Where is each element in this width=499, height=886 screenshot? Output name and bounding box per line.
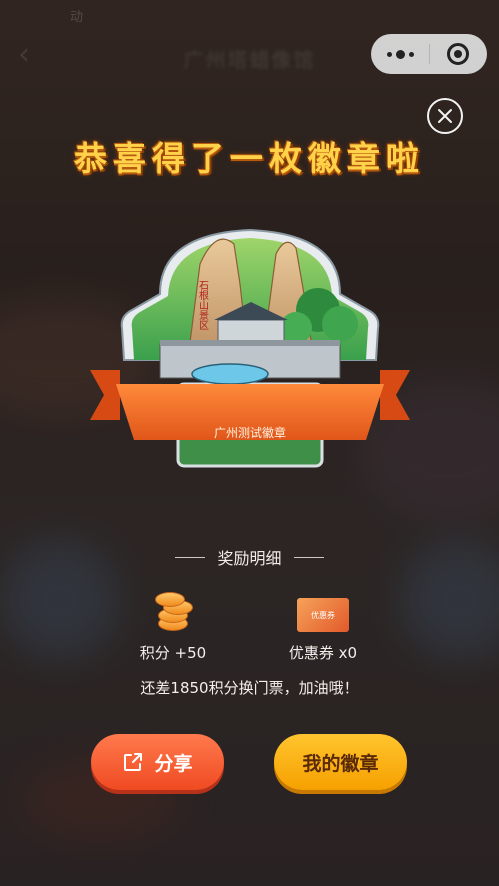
more-button[interactable] — [371, 34, 429, 74]
share-icon — [124, 753, 143, 771]
points-hint: 还差1850积分换门票，加油哦！ — [140, 679, 359, 697]
badge-name: 广州测试徽章 — [213, 426, 286, 440]
badge-image: 石根山景区 广州测试徽章 — [90, 224, 410, 474]
close-button[interactable] — [427, 98, 463, 134]
coin-stack-icon — [151, 588, 195, 632]
reward-item-points: 积分 +50 — [108, 584, 238, 663]
reward-title-text: 奖励明细 — [217, 549, 282, 568]
exit-target-icon — [447, 43, 469, 65]
congrats-headline: 恭喜得了一枚徽章啦 — [74, 139, 425, 178]
share-label: 分享 — [154, 752, 193, 775]
close-icon — [438, 109, 452, 123]
divider-left — [175, 556, 206, 558]
exit-button[interactable] — [430, 34, 486, 74]
mountain-text: 石根山景区 — [197, 280, 209, 330]
more-dots-icon — [386, 49, 414, 59]
mini-program-capsule — [371, 34, 487, 74]
divider-right — [293, 556, 324, 558]
reward-items: 积分 +50 优惠券 优惠券 x0 — [0, 584, 499, 664]
coupon-label: 优惠券 x0 — [288, 644, 358, 662]
points-label: 积分 +50 — [139, 644, 207, 662]
coupon-icon: 优惠券 — [297, 598, 355, 632]
reward-section-title: 奖励明细 — [0, 545, 499, 569]
coupon-icon-text: 优惠券 — [311, 610, 335, 620]
reward-item-coupon: 优惠券 优惠券 x0 — [258, 584, 388, 663]
my-badges-button[interactable]: 我的徽章 — [274, 734, 407, 790]
share-button[interactable]: 分享 — [91, 734, 224, 790]
my-badges-label: 我的徽章 — [302, 752, 379, 775]
